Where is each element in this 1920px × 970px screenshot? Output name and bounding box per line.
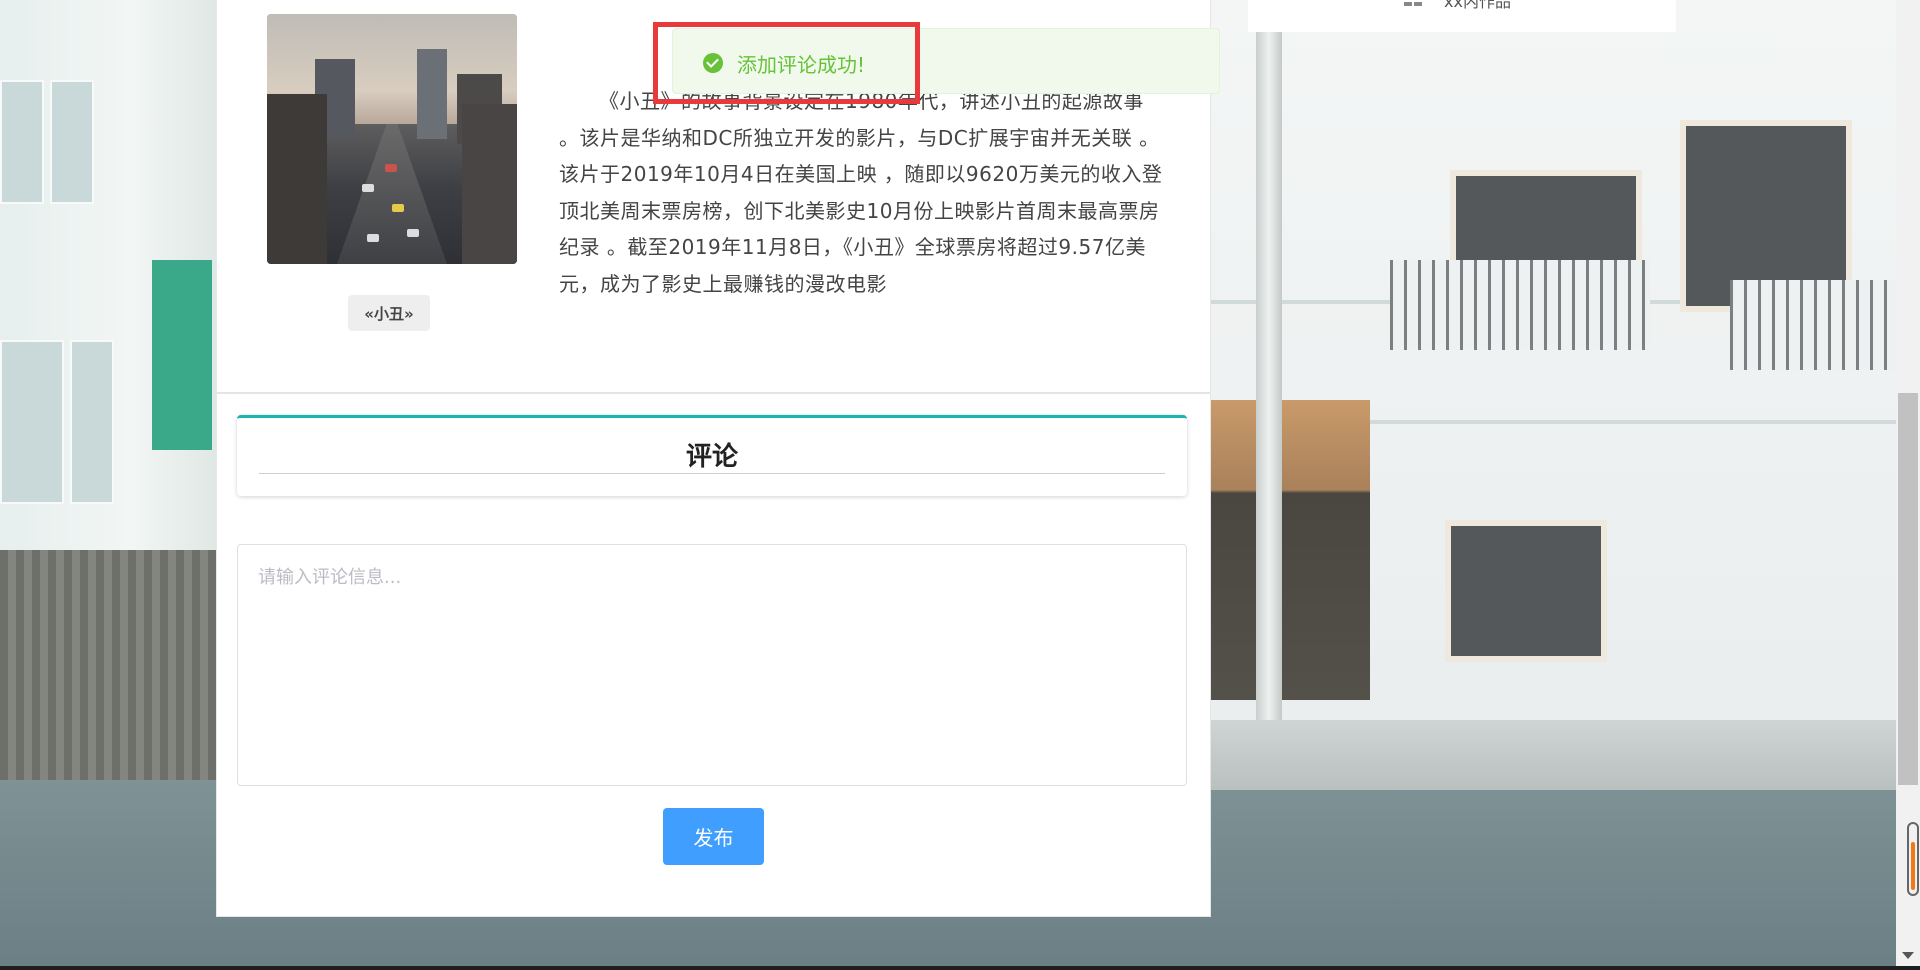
comment-header-card: 评论 bbox=[237, 415, 1187, 496]
sidebar-card: xx内作品 bbox=[1248, 0, 1676, 32]
comment-section-title: 评论 bbox=[685, 442, 738, 472]
comment-input[interactable] bbox=[237, 544, 1187, 786]
grid-icon bbox=[1404, 0, 1424, 6]
scroll-down-arrow-icon[interactable] bbox=[1902, 952, 1914, 959]
title-underline bbox=[259, 473, 1165, 474]
main-content-panel: «小丑» 《小丑》的故事背景设定在1980年代，讲述小丑的起源故事 。该片是华纳… bbox=[216, 0, 1211, 917]
movie-description: 《小丑》的故事背景设定在1980年代，讲述小丑的起源故事 。该片是华纳和DC所独… bbox=[559, 89, 1163, 296]
highlight-box bbox=[653, 22, 920, 104]
movie-poster-image bbox=[267, 14, 517, 264]
mini-scroll-indicator bbox=[1907, 822, 1919, 896]
bottom-edge-bar bbox=[0, 966, 1920, 970]
publish-button[interactable]: 发布 bbox=[663, 808, 764, 865]
poster-caption: «小丑» bbox=[348, 295, 430, 331]
sidebar-partial-label[interactable]: xx内作品 bbox=[1444, 0, 1511, 12]
scrollbar-thumb[interactable] bbox=[1898, 393, 1918, 785]
section-divider bbox=[217, 392, 1210, 394]
